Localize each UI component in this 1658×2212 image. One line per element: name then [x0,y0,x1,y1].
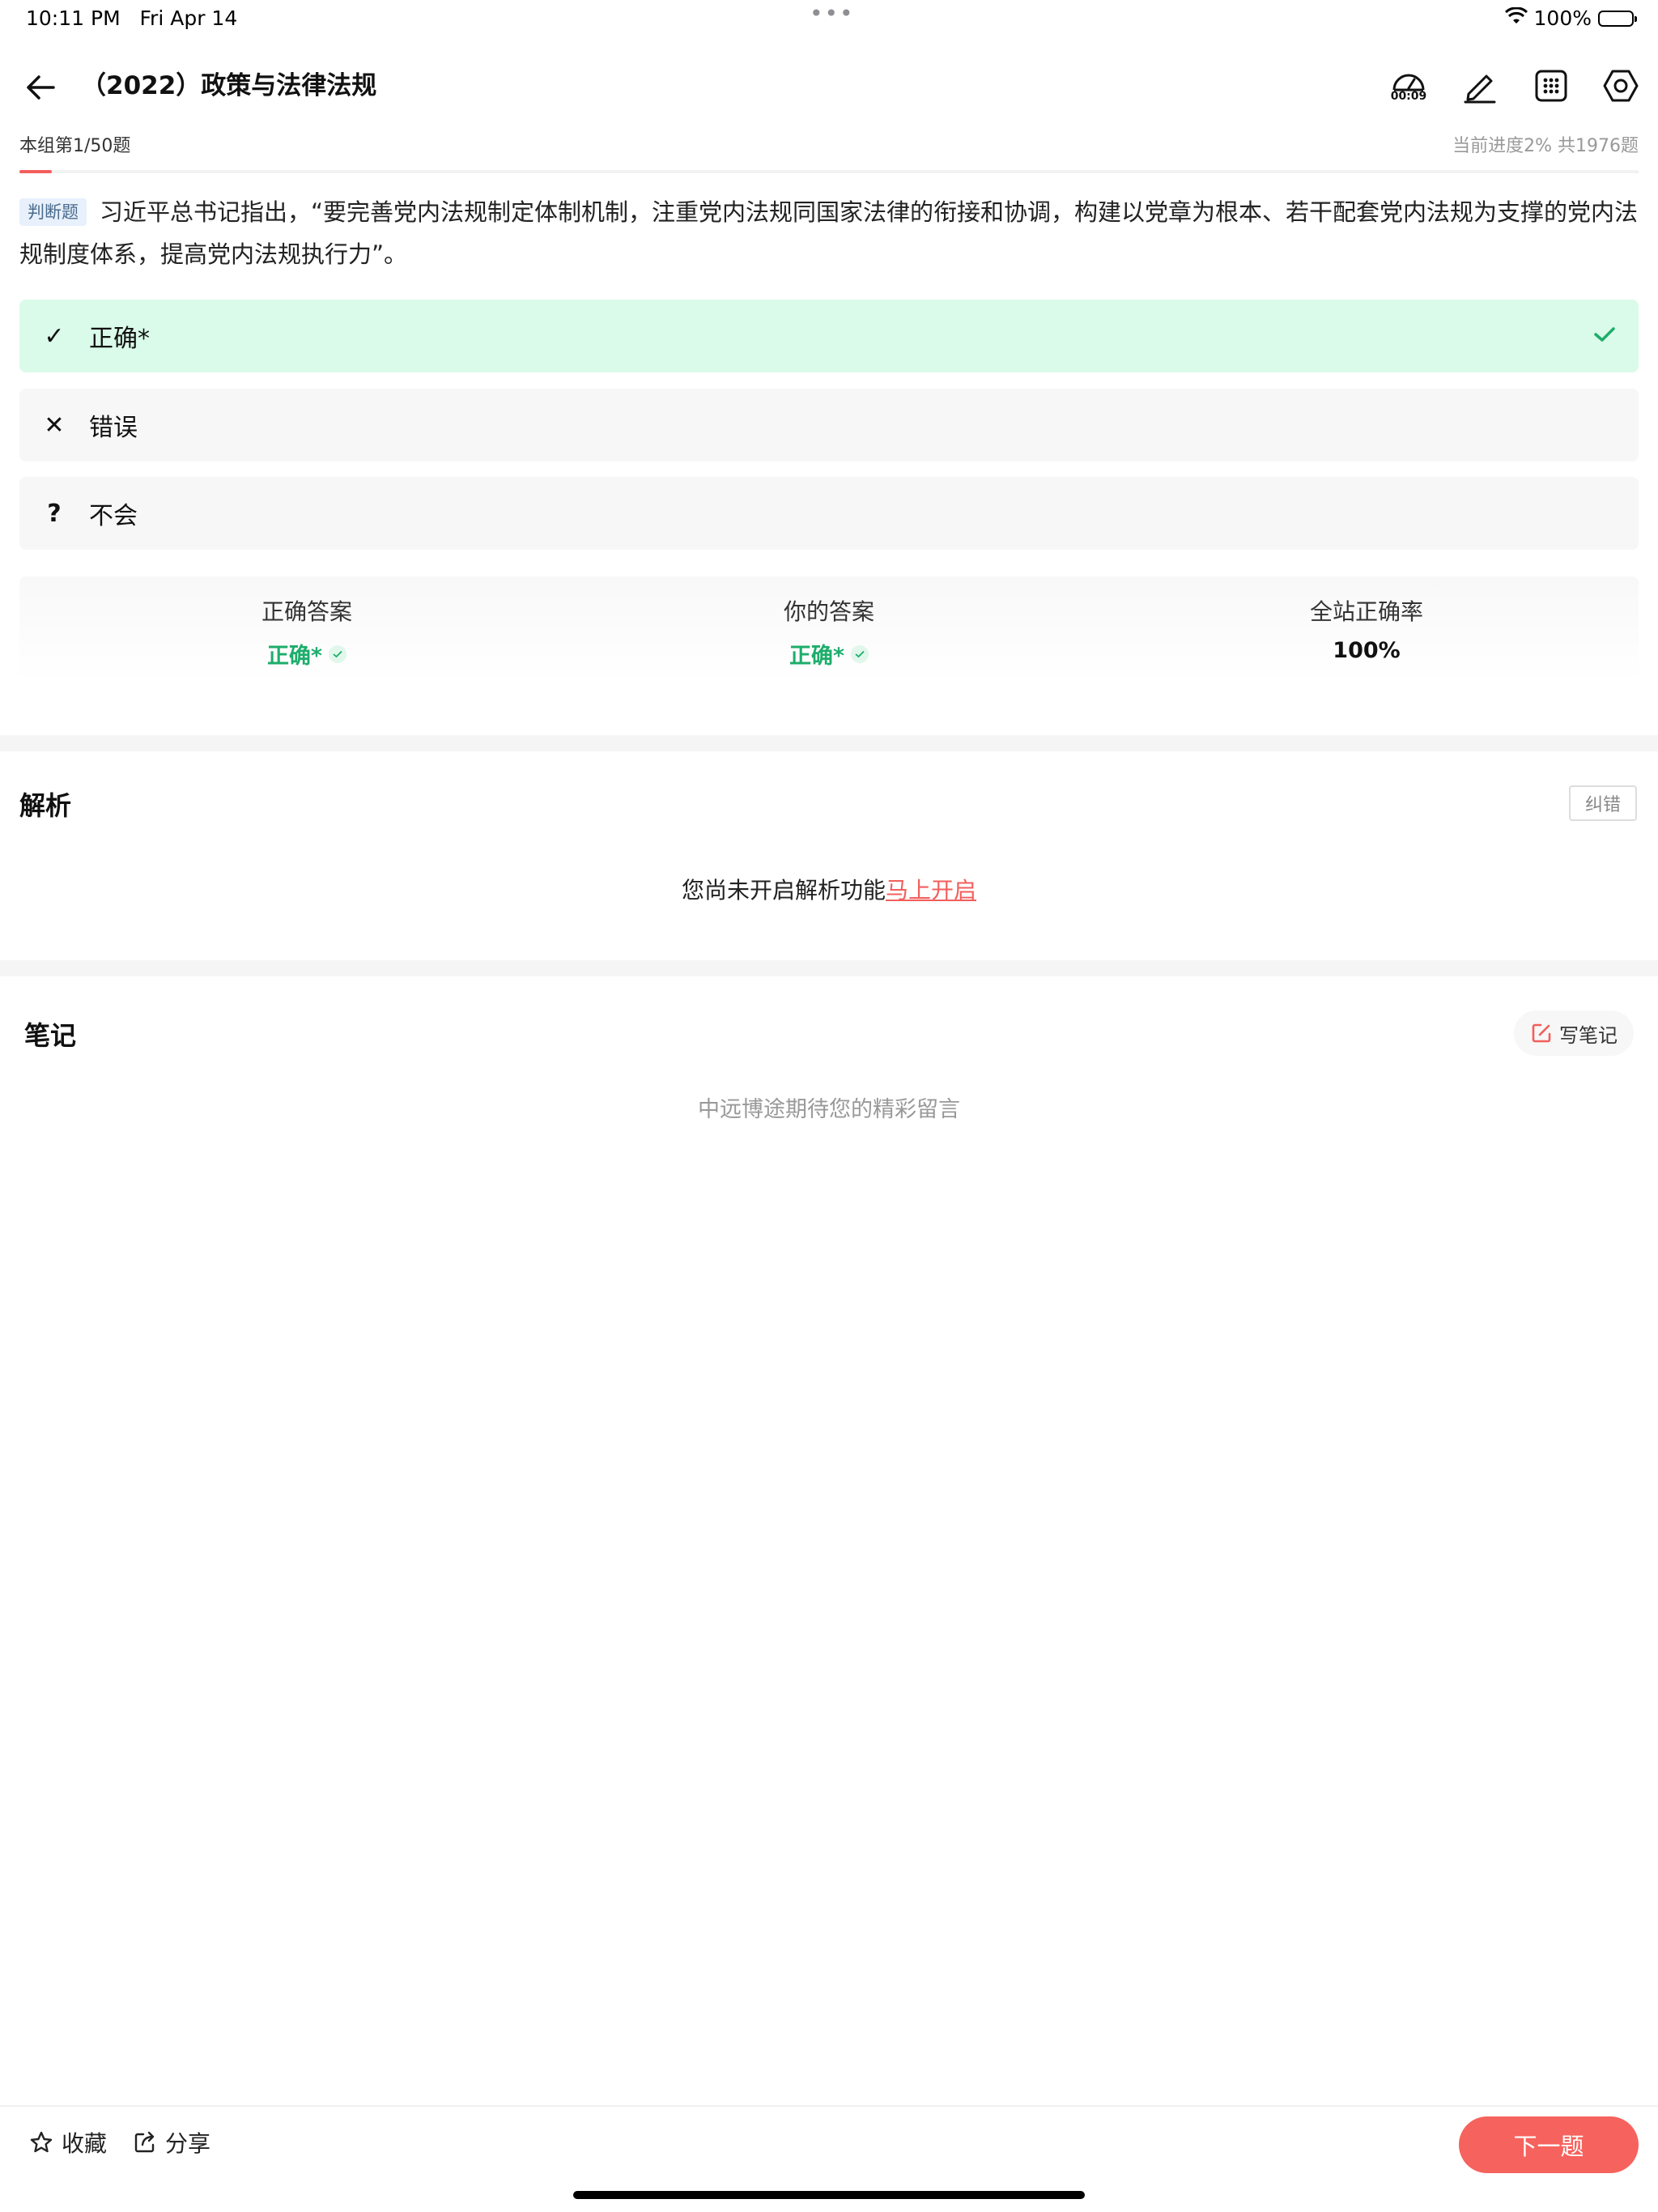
option-correct[interactable]: ✓ 正确* [19,300,1639,372]
question-text: 习近平总书记指出，“要完善党内法规制定体制机制，注重党内法规同国家法律的衔接和协… [19,198,1639,268]
write-note-button[interactable]: 写笔记 [1514,1010,1634,1056]
report-error-button[interactable]: 纠错 [1569,785,1637,821]
next-question-button[interactable]: 下一题 [1459,2116,1639,2173]
home-indicator[interactable] [573,2191,1085,2199]
multitask-dots[interactable]: ••• [810,0,855,27]
your-answer-value: 正确* [789,644,845,669]
site-rate-label: 全站正确率 [1309,598,1423,625]
option-unknown[interactable]: ? 不会 [19,477,1639,550]
notes-title: 笔记 [24,1020,77,1051]
section-divider [0,735,1658,751]
correct-answer-label: 正确答案 [261,598,352,625]
enable-analysis-link[interactable]: 马上开启 [886,877,976,904]
status-indicators: 100% [1504,6,1637,30]
share-label: 分享 [165,2130,211,2157]
arrow-left-icon [27,75,55,100]
battery-icon [1598,10,1637,27]
option-label: 不会 [89,502,138,530]
share-icon [134,2131,155,2153]
bottom-divider [0,2105,1658,2107]
gear-icon [1603,70,1639,102]
check-icon: ✓ [44,321,65,351]
timer-value: 00:09 [1390,90,1427,103]
small-check-icon [851,644,869,663]
analysis-disabled-text: 您尚未开启解析功能 [681,877,886,904]
back-button[interactable] [19,66,62,108]
page-title: （2022）政策与法律法规 [81,71,377,100]
wifi-icon [1504,6,1528,30]
answer-sheet-button[interactable] [1527,62,1575,110]
selected-check-icon [1593,325,1616,347]
pencil-icon [1464,74,1496,104]
question-mark-icon: ? [47,499,62,528]
favorite-label: 收藏 [62,2130,108,2157]
option-label: 错误 [89,414,138,442]
your-answer-label: 你的答案 [783,598,874,625]
answer-summary: 正确答案 正确* 你的答案 正确* 全站正确率 100% [19,576,1639,682]
status-time: 10:11 PM Fri Apr 14 [26,6,238,30]
cross-icon: ✕ [44,410,65,440]
progress-summary: 当前进度2% 共1976题 [1452,136,1639,156]
notes-empty-text: 中远博途期待您的精彩留言 [698,1097,960,1122]
site-rate-value: 100% [1333,638,1401,663]
progress-bar-track [19,170,1639,173]
correct-answer-value: 正确* [266,644,323,669]
analysis-message: 您尚未开启解析功能马上开启 [0,873,1658,905]
option-wrong[interactable]: ✕ 错误 [19,389,1639,462]
progress-bar-fill [19,170,52,173]
edit-button[interactable] [1456,62,1504,110]
star-icon [30,2131,53,2153]
question-type-badge: 判断题 [19,198,87,226]
small-check-icon [329,644,347,663]
section-divider [0,960,1658,976]
battery-percent: 100% [1533,6,1592,30]
option-label: 正确* [89,325,150,353]
question-text-block: 判断题 习近平总书记指出，“要完善党内法规制定体制机制，注重党内法规同国家法律的衔… [19,191,1639,275]
analysis-title: 解析 [19,790,72,821]
grid-icon [1535,70,1567,102]
settings-button[interactable] [1596,62,1645,110]
favorite-button[interactable]: 收藏 [29,2126,107,2159]
edit-note-icon [1532,1023,1551,1043]
write-note-label: 写笔记 [1559,1023,1618,1047]
group-counter: 本组第1/50题 [19,136,131,156]
timer-button[interactable]: 00:09 [1384,62,1433,110]
share-button[interactable]: 分享 [133,2126,210,2159]
